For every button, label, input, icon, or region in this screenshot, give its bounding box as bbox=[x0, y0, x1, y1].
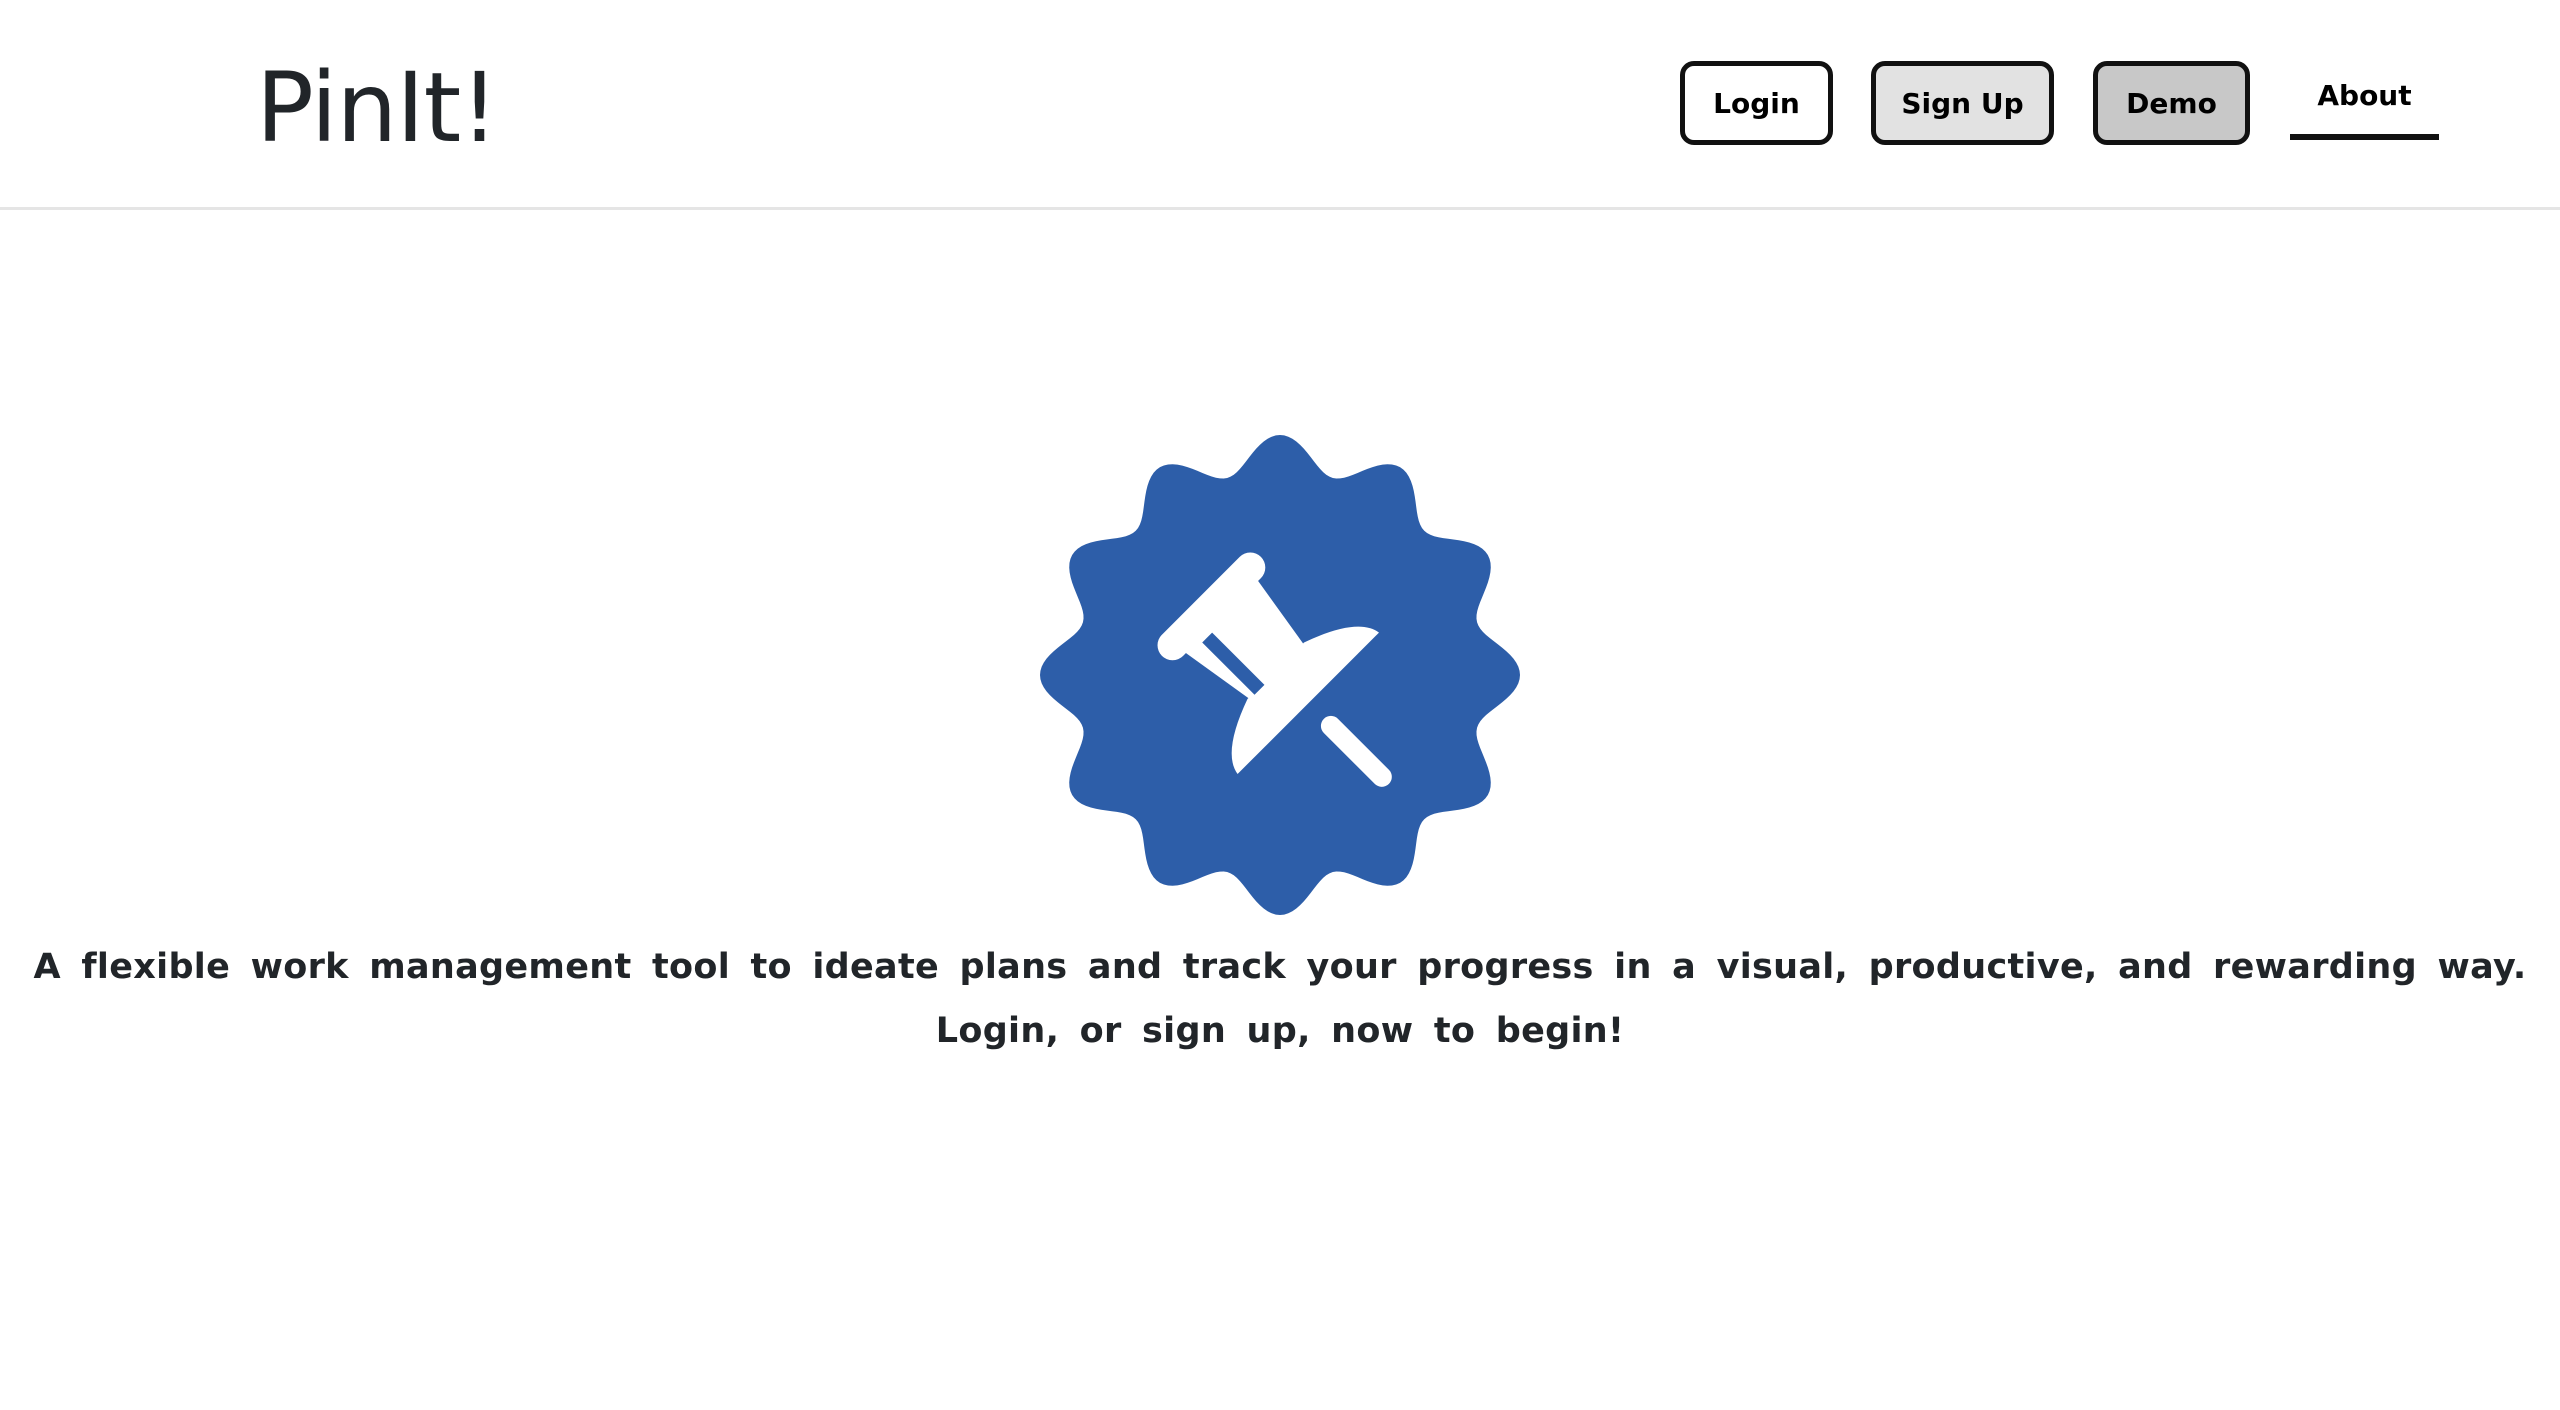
pushpin-badge-icon bbox=[1040, 435, 1520, 915]
about-link[interactable]: About bbox=[2290, 76, 2439, 140]
demo-button[interactable]: Demo bbox=[2093, 61, 2250, 145]
tagline-line-1: A flexible work management tool to ideat… bbox=[33, 947, 2527, 987]
tagline-line-2: Login, or sign up, now to begin! bbox=[935, 1011, 1625, 1051]
tagline: A flexible work management tool to ideat… bbox=[0, 935, 2560, 1063]
signup-button[interactable]: Sign Up bbox=[1871, 61, 2054, 145]
top-navbar: PinIt! Login Sign Up Demo About bbox=[0, 0, 2560, 210]
login-button[interactable]: Login bbox=[1680, 61, 1833, 145]
brand-logo-text[interactable]: PinIt! bbox=[256, 48, 499, 168]
